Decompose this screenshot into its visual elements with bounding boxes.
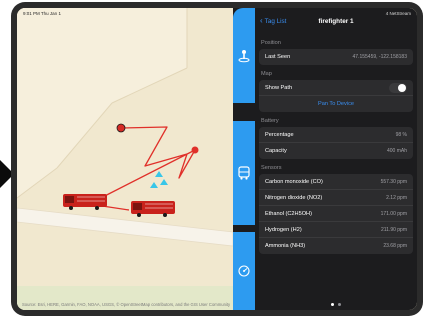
battery-row-value: 98 % [395, 131, 407, 138]
show-path-row: Show Path [259, 80, 413, 96]
show-path-toggle[interactable] [389, 82, 407, 93]
rail-vehicle-tab[interactable] [233, 121, 255, 225]
detail-panel: ‹ Tag List firefighter 1 Position Last S… [255, 8, 417, 310]
battery-group: Percentage 98 % Capacity 400 mAh [259, 127, 413, 159]
sensor-row: Carbon monoxide (CO) 557.30 ppm [259, 174, 413, 190]
person-location-icon [238, 49, 250, 62]
pan-row: Pan To Device [259, 96, 413, 112]
sensor-value: 557.30 ppm [380, 178, 407, 185]
last-seen-value: 47.155459, -122.158183 [352, 54, 408, 60]
pan-to-device-button[interactable]: Pan To Device [318, 101, 354, 107]
sensor-label: Nitrogen dioxide (NO2) [265, 194, 323, 201]
map-attribution: Source: Esri, HERE, Garmin, FAO, NOAA, U… [22, 302, 231, 307]
map-group: Show Path Pan To Device [259, 80, 413, 112]
sensor-row: Ammonia (NH3) 23.68 ppm [259, 238, 413, 254]
battery-row-label: Capacity [265, 148, 287, 154]
rail-sensors-tab[interactable] [233, 232, 255, 310]
position-group: Last Seen 47.155459, -122.158183 [259, 49, 413, 65]
section-battery-label: Battery [261, 118, 279, 124]
battery-row: Capacity 400 mAh [259, 143, 413, 159]
chevron-left-icon: ‹ [260, 16, 263, 25]
rail-position-tab[interactable] [233, 8, 255, 103]
toggle-knob [398, 83, 406, 92]
last-seen-row: Last Seen 47.155459, -122.158183 [259, 49, 413, 65]
section-position-label: Position [261, 40, 281, 46]
tablet-screen: Source: Esri, HERE, Garmin, FAO, NOAA, U… [17, 8, 417, 310]
sensor-label: Ammonia (NH3) [265, 243, 306, 249]
last-seen-label: Last Seen [265, 54, 291, 60]
sensor-value: 171.00 ppm [380, 210, 407, 217]
sensor-row: Ethanol (C2H5OH) 171.00 ppm [259, 206, 413, 222]
battery-row-label: Percentage [265, 131, 294, 138]
path-start-marker[interactable] [116, 123, 126, 133]
tablet-frame: Source: Esri, HERE, Garmin, FAO, NOAA, U… [11, 2, 423, 316]
sensor-value: 2.12 ppm [386, 194, 407, 201]
side-rail [233, 8, 255, 310]
sensor-value: 23.68 ppm [383, 243, 407, 249]
sensor-label: Carbon monoxide (CO) [265, 178, 323, 185]
bus-icon [238, 166, 250, 180]
show-path-label: Show Path [265, 84, 293, 91]
status-network: 4 NetStream [385, 10, 411, 16]
page-dot [338, 303, 341, 306]
slide-stage: Source: Esri, HERE, Garmin, FAO, NOAA, U… [0, 0, 430, 320]
sensor-row: Hydrogen (H2) 211.90 ppm [259, 222, 413, 238]
sensor-row: Nitrogen dioxide (NO2) 2.12 ppm [259, 190, 413, 206]
section-map-label: Map [261, 71, 272, 77]
sensor-label: Hydrogen (H2) [265, 226, 302, 233]
section-sensors-label: Sensors [261, 165, 282, 171]
sensor-label: Ethanol (C2H5OH) [265, 210, 312, 217]
path-end-marker[interactable] [191, 146, 199, 154]
sensors-group: Carbon monoxide (CO) 557.30 ppm Nitrogen… [259, 174, 413, 254]
page-indicator[interactable] [255, 303, 417, 306]
sensor-dial-icon [238, 265, 250, 277]
battery-row-value: 400 mAh [386, 148, 407, 154]
status-time: 9:01 PM Thu Jan 1 [23, 10, 61, 16]
back-label: Tag List [264, 17, 287, 25]
back-button[interactable]: ‹ Tag List [260, 17, 286, 25]
page-dot-active [331, 303, 334, 306]
battery-row: Percentage 98 % [259, 127, 413, 143]
sensor-value: 211.90 ppm [380, 226, 407, 233]
status-bar: 9:01 PM Thu Jan 1 4 NetStream [17, 8, 417, 18]
